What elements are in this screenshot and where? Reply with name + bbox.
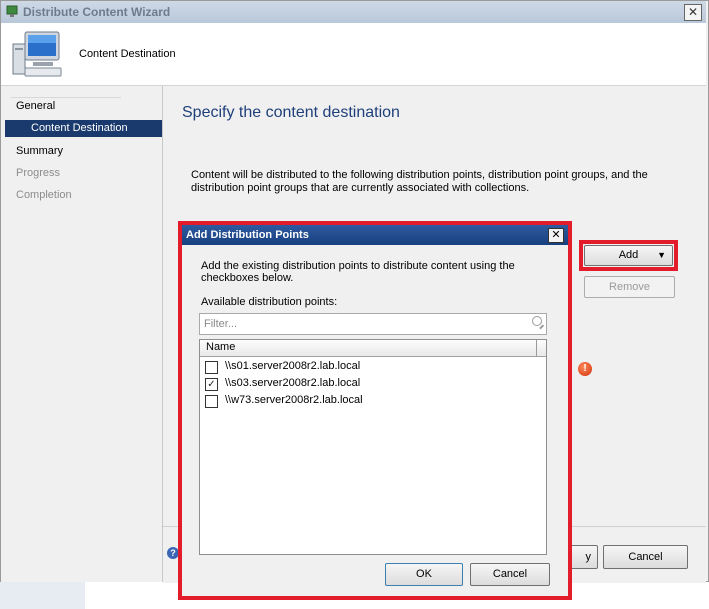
window-close-button[interactable]: ✕ xyxy=(684,4,702,21)
checkbox[interactable] xyxy=(205,395,218,408)
available-label: Available distribution points: xyxy=(201,296,338,308)
dialog-titlebar: Add Distribution Points ✕ xyxy=(182,225,568,245)
dialog-close-button[interactable]: ✕ xyxy=(548,228,564,243)
list-item-label: \\s01.server2008r2.lab.local xyxy=(225,360,361,372)
list-item[interactable]: ✓ \\s03.server2008r2.lab.local xyxy=(205,376,535,393)
nav-item-general[interactable]: General xyxy=(16,100,55,112)
window-title: Distribute Content Wizard xyxy=(23,5,171,19)
checkbox[interactable] xyxy=(205,361,218,374)
taskbar-strip xyxy=(0,582,85,609)
search-icon-handle xyxy=(539,324,544,330)
nav-item-progress: Progress xyxy=(16,167,61,179)
computer-icon xyxy=(12,31,62,77)
nav-item-content-destination[interactable]: Content Destination xyxy=(5,120,162,137)
dialog-title: Add Distribution Points xyxy=(186,229,309,241)
add-button-label: Add xyxy=(618,249,639,261)
add-button[interactable]: Add ▼ xyxy=(584,245,673,266)
column-header-label: Name xyxy=(206,341,236,353)
nav-item-summary[interactable]: Summary xyxy=(16,145,63,157)
filter-box xyxy=(199,313,547,335)
filter-input[interactable] xyxy=(204,315,504,333)
distribution-points-list: Name \\s01.server2008r2.lab.local ✓ \\s0… xyxy=(199,339,547,555)
ok-button[interactable]: OK xyxy=(385,563,463,586)
error-icon: ! xyxy=(578,362,592,376)
nav-item-completion: Completion xyxy=(16,189,72,201)
search-icon xyxy=(532,316,542,326)
page-description: Content will be distributed to the follo… xyxy=(191,169,648,194)
nav-item-label: Content Destination xyxy=(31,122,128,134)
wizard-nav: General Content Destination Summary Prog… xyxy=(1,86,163,582)
add-distribution-points-dialog: Add Distribution Points ✕ Add the existi… xyxy=(182,225,568,596)
list-item[interactable]: \\s01.server2008r2.lab.local xyxy=(205,359,535,376)
wizard-header: Content Destination xyxy=(1,23,706,86)
remove-button[interactable]: Remove xyxy=(584,276,675,298)
window-titlebar: Distribute Content Wizard ✕ xyxy=(1,1,706,23)
list-item-label: \\s03.server2008r2.lab.local xyxy=(225,377,361,389)
column-separator[interactable] xyxy=(536,340,537,356)
list-item-label: \\w73.server2008r2.lab.local xyxy=(225,394,363,406)
checkbox-checked[interactable]: ✓ xyxy=(205,378,218,391)
wizard-cancel-button[interactable]: Cancel xyxy=(603,545,688,569)
dropdown-arrow-icon: ▼ xyxy=(657,250,666,260)
wizard-app-icon xyxy=(6,5,18,17)
column-header-name[interactable]: Name xyxy=(200,340,546,357)
dialog-instructions: Add the existing distribution points to … xyxy=(201,260,515,284)
next-button-label: y xyxy=(585,551,592,563)
list-item[interactable]: \\w73.server2008r2.lab.local xyxy=(205,393,535,410)
nav-divider xyxy=(11,97,121,98)
page-heading: Specify the content destination xyxy=(182,104,400,121)
page-header-title: Content Destination xyxy=(79,48,176,60)
dialog-cancel-button[interactable]: Cancel xyxy=(470,563,550,586)
